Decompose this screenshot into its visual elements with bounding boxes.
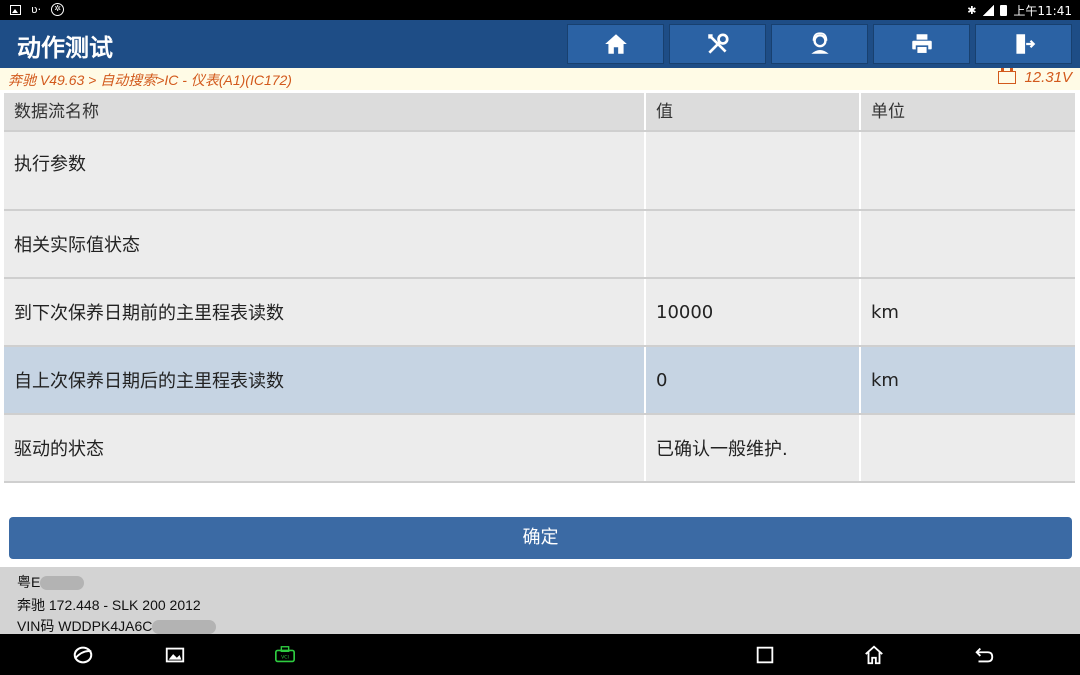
recents-button[interactable] <box>752 642 778 668</box>
signal-icon <box>982 5 995 16</box>
row-unit <box>861 415 1075 481</box>
row-name: 到下次保养日期前的主里程表读数 <box>4 279 646 345</box>
app-header: 动作测试 <box>0 20 1080 68</box>
row-name: 自上次保养日期后的主里程表读数 <box>4 347 646 413</box>
tools-button[interactable] <box>669 24 766 64</box>
row-unit <box>861 132 1075 209</box>
recents-icon <box>756 646 774 664</box>
redacted-plate <box>40 576 85 591</box>
exit-icon <box>1015 34 1035 54</box>
image-icon <box>10 4 21 15</box>
plate-number: 粤E <box>17 574 41 590</box>
home-button[interactable] <box>567 24 664 64</box>
row-unit <box>861 211 1075 277</box>
breadcrumb-path: 奔驰 V49.63 > 自动搜索>IC - 仪表(A1)(IC172) <box>8 72 292 88</box>
vin-number: VIN码 WDDPK4JA6C <box>17 618 153 634</box>
confirm-button[interactable]: 确定 <box>9 517 1072 559</box>
exit-button[interactable] <box>975 24 1072 64</box>
voicemail-icon: ʋ· <box>31 2 42 16</box>
table-row[interactable]: 驱动的状态 已确认一般维护. <box>4 415 1075 483</box>
row-unit: km <box>871 369 899 391</box>
car-battery-icon <box>998 68 1017 84</box>
browser-button[interactable] <box>70 642 96 668</box>
plate-line: 粤E <box>17 572 85 592</box>
header-value: 值 <box>646 93 861 130</box>
svg-text:VCI: VCI <box>281 655 289 661</box>
gallery-button[interactable] <box>162 642 188 668</box>
home-icon <box>865 645 883 665</box>
vehicle-model: 奔驰 172.448 - SLK 200 2012 <box>17 597 201 613</box>
page-title: 动作测试 <box>17 34 113 62</box>
print-button[interactable] <box>873 24 970 64</box>
vci-button[interactable]: VCI <box>272 642 298 668</box>
support-button[interactable] <box>771 24 868 64</box>
vin-line: VIN码 WDDPK4JA6C <box>17 616 217 636</box>
vci-icon: VCI <box>275 646 295 663</box>
breadcrumb: 奔驰 V49.63 > 自动搜索>IC - 仪表(A1)(IC172) 12.3… <box>0 68 1080 90</box>
row-name: 相关实际值状态 <box>4 211 646 277</box>
status-time: 上午11:41 <box>1013 4 1072 18</box>
voltage-indicator: 12.31V <box>998 68 1072 86</box>
print-icon <box>911 34 932 55</box>
gallery-icon <box>165 647 185 663</box>
tools-icon <box>707 33 729 54</box>
app-circle-icon: ✲ <box>51 3 65 16</box>
row-name: 驱动的状态 <box>4 415 646 481</box>
user-support-icon <box>810 32 829 54</box>
navigation-bar: VCI <box>0 634 1080 675</box>
row-value <box>646 132 861 209</box>
table-row[interactable]: 执行参数 <box>4 132 1075 211</box>
back-icon <box>975 647 994 663</box>
browser-icon <box>73 646 93 664</box>
row-name: 执行参数 <box>4 132 646 209</box>
row-value: 已确认一般维护. <box>646 415 861 481</box>
row-unit: km <box>871 301 899 323</box>
voltage-value: 12.31V <box>1024 69 1072 86</box>
data-stream-table: 数据流名称 值 单位 执行参数 相关实际值状态 到下次保养日期前的主里程表读数 … <box>4 93 1075 483</box>
status-bar: ʋ· ✲ ✱ 上午11:41 <box>0 0 1080 20</box>
battery-icon <box>1000 5 1008 16</box>
vehicle-info: 粤E 奔驰 172.448 - SLK 200 2012 VIN码 WDDPK4… <box>0 567 1080 636</box>
table-header: 数据流名称 值 单位 <box>4 93 1075 132</box>
back-button[interactable] <box>971 642 997 668</box>
header-name: 数据流名称 <box>4 93 646 130</box>
table-row-selected[interactable]: 自上次保养日期后的主里程表读数 0 km <box>4 347 1075 415</box>
table-row[interactable]: 相关实际值状态 <box>4 211 1075 279</box>
redacted-vin <box>152 620 217 635</box>
table-row[interactable]: 到下次保养日期前的主里程表读数 10000 km <box>4 279 1075 347</box>
nav-home-button[interactable] <box>861 642 887 668</box>
row-value: 10000 <box>646 279 861 345</box>
row-value <box>646 211 861 277</box>
toolbar <box>567 24 1072 64</box>
bluetooth-icon: ✱ <box>967 4 977 17</box>
row-value: 0 <box>646 347 861 413</box>
header-unit: 单位 <box>871 102 905 122</box>
home-icon <box>604 34 627 54</box>
